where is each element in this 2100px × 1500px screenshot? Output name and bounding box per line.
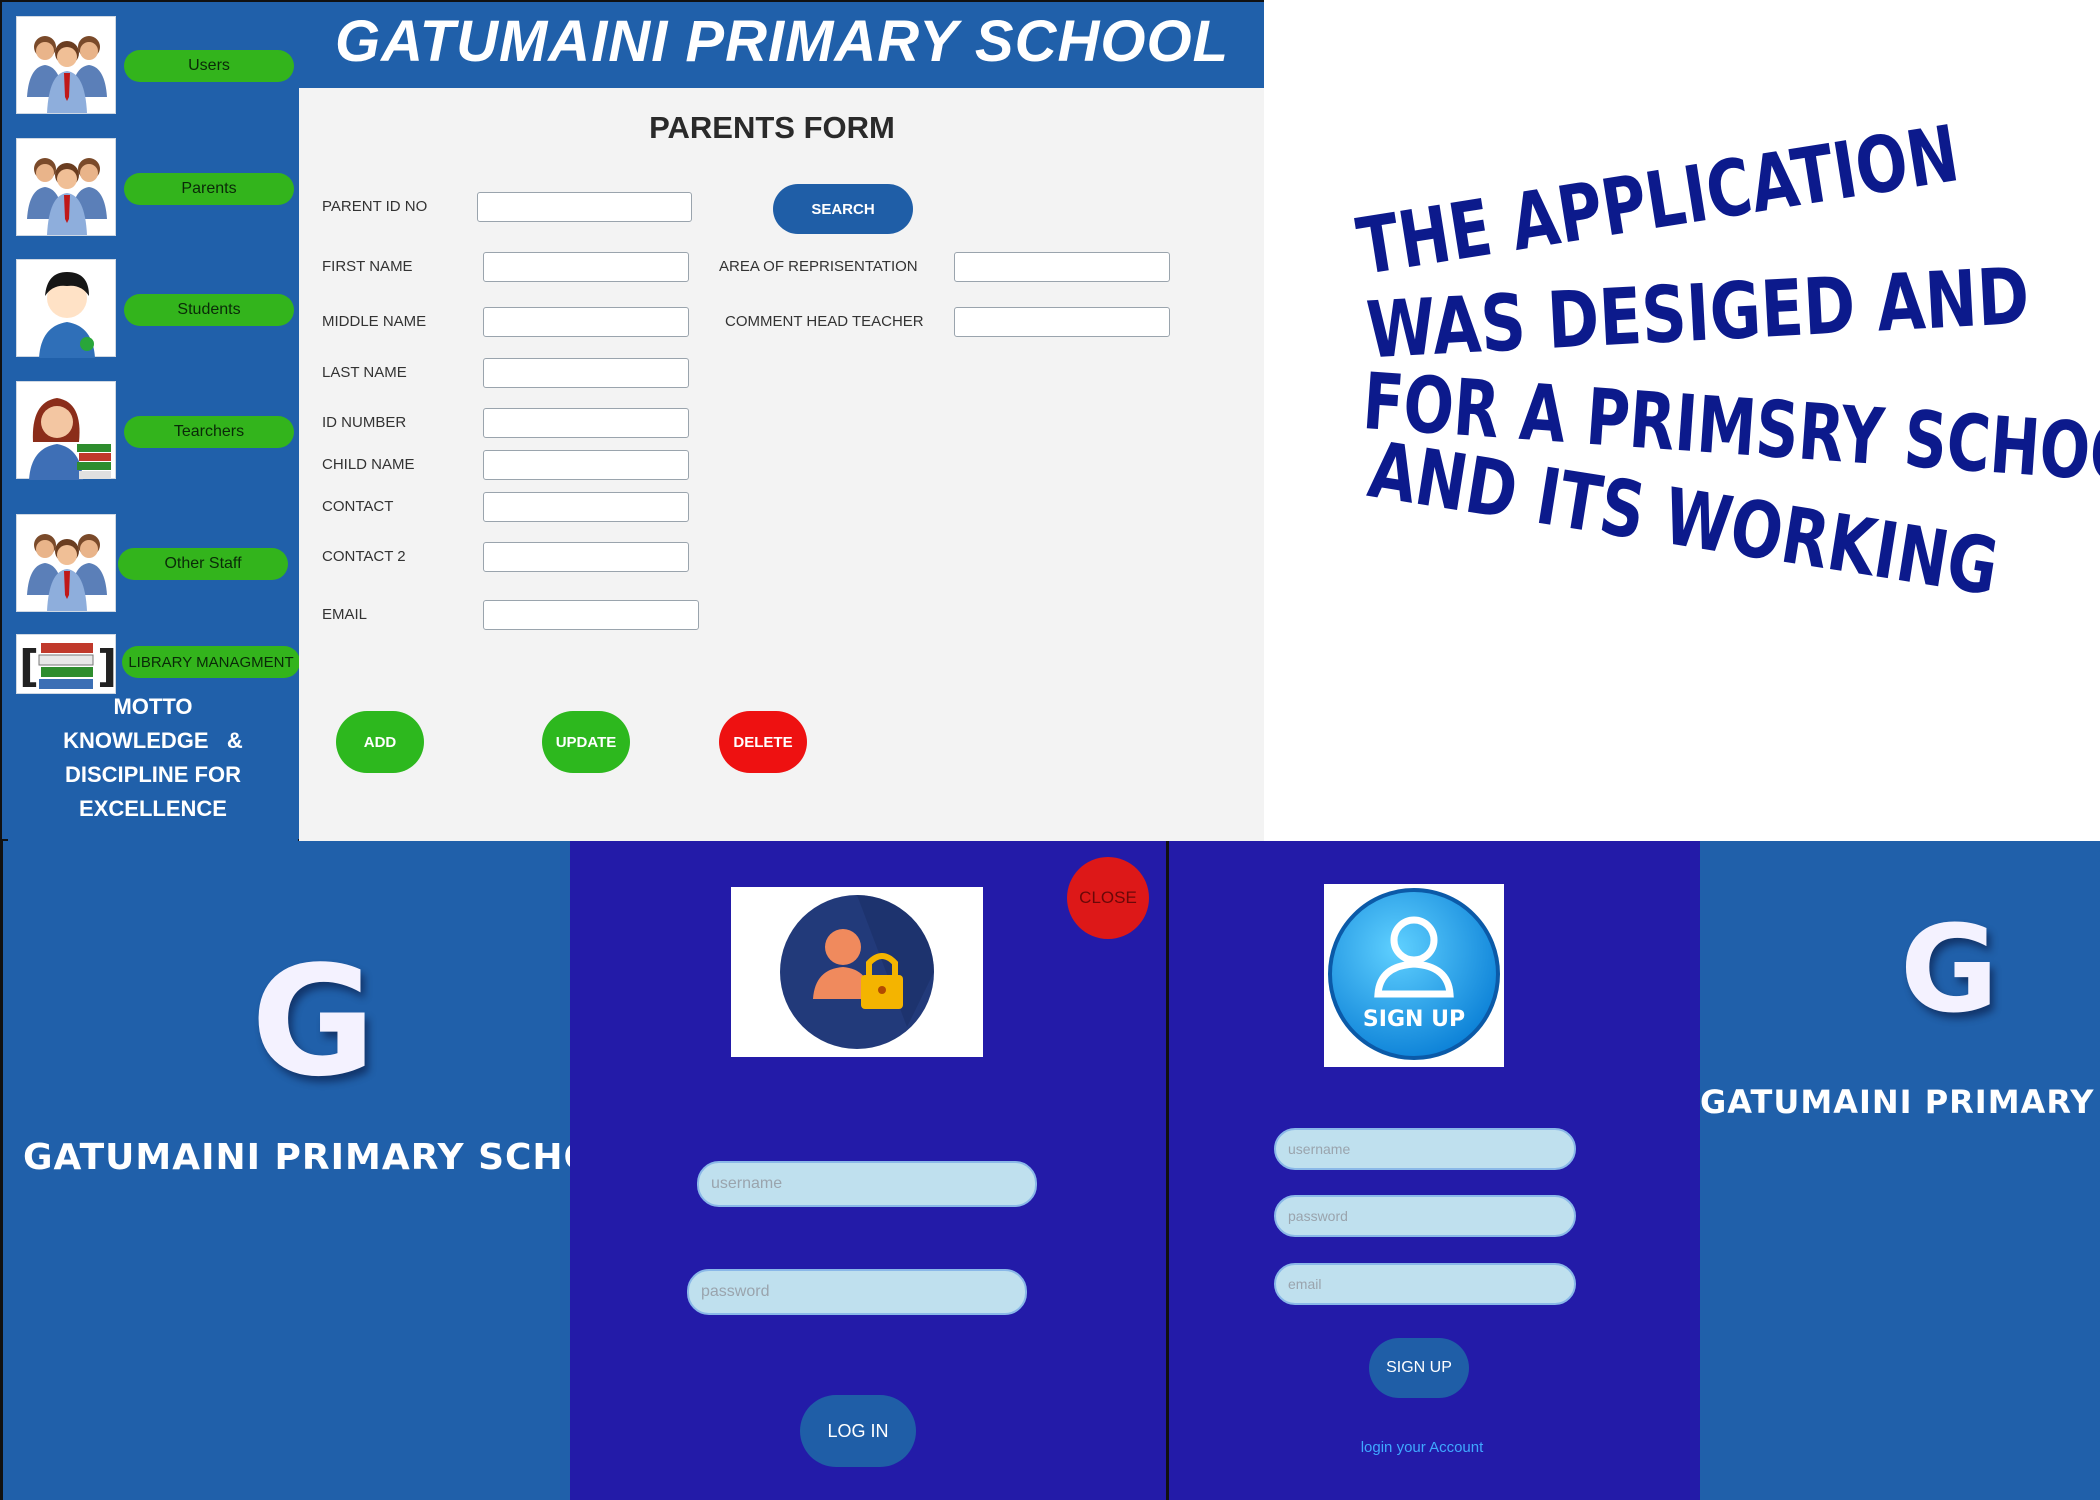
- description-art: THE APPLICATION WAS DESIGED AND FOR A PR…: [1264, 0, 2100, 841]
- student-avatar-icon[interactable]: [16, 259, 116, 358]
- comment-label: COMMENT HEAD TEACHER: [725, 313, 924, 330]
- signup-school-name: GATUMAINI PRIMARY SCHOOL: [1700, 1083, 2100, 1121]
- close-button[interactable]: CLOSE: [1067, 857, 1149, 939]
- delete-button[interactable]: DELETE: [719, 711, 807, 773]
- search-button[interactable]: SEARCH: [773, 184, 913, 234]
- update-button[interactable]: UPDATE: [542, 711, 630, 773]
- contact-input[interactable]: [483, 492, 689, 522]
- signup-password-input[interactable]: password: [1274, 1195, 1576, 1237]
- parent-id-input[interactable]: [477, 192, 692, 222]
- nav-students-button[interactable]: Students: [124, 294, 294, 326]
- signup-brand-panel: G GATUMAINI PRIMARY SCHOOL: [1700, 841, 2100, 1500]
- login-button[interactable]: LOG IN: [800, 1395, 916, 1467]
- signup-button[interactable]: SIGN UP: [1369, 1338, 1469, 1398]
- svg-text:[: [: [19, 641, 39, 692]
- contact-2-label: CONTACT 2: [322, 548, 406, 565]
- school-title: GATUMAINI PRIMARY SCHOOL: [334, 9, 1230, 74]
- signup-username-input[interactable]: username: [1274, 1128, 1576, 1170]
- parents-group-icon[interactable]: [16, 138, 116, 236]
- email-label: EMAIL: [322, 606, 368, 623]
- middle-name-label: MIDDLE NAME: [322, 313, 427, 330]
- parents-form: PARENTS FORM PARENT ID NO SEARCH FIRST N…: [299, 88, 1265, 843]
- area-label: AREA OF REPRISENTATION: [719, 258, 918, 275]
- nav-library-button[interactable]: LIBRARY MANAGMENT: [122, 646, 300, 678]
- login-password-input[interactable]: password: [687, 1269, 1027, 1315]
- users-group-icon[interactable]: [16, 16, 116, 114]
- user-lock-icon: [731, 887, 983, 1057]
- staff-group-icon[interactable]: [16, 514, 116, 612]
- contact-2-input[interactable]: [483, 542, 689, 572]
- email-input[interactable]: [483, 600, 699, 630]
- school-motto: MOTTO KNOWLEDGE & DISCIPLINE FOR EXCELLE…: [8, 690, 298, 826]
- login-panel: CLOSE username password LOG IN: [570, 841, 1166, 1500]
- g-logo-icon: G: [251, 933, 376, 1110]
- last-name-label: LAST NAME: [322, 364, 407, 381]
- id-number-label: ID NUMBER: [322, 414, 407, 431]
- parent-id-label: PARENT ID NO: [322, 198, 428, 215]
- child-name-label: CHILD NAME: [322, 456, 415, 473]
- add-button[interactable]: ADD: [336, 711, 424, 773]
- signup-email-input[interactable]: email: [1274, 1263, 1576, 1305]
- motto-line: EXCELLENCE: [79, 796, 227, 821]
- svg-text:]: ]: [97, 641, 117, 692]
- motto-line: KNOWLEDGE &: [63, 728, 243, 753]
- nav-teachers-button[interactable]: Tearchers: [124, 416, 294, 448]
- nav-parents-button[interactable]: Parents: [124, 173, 294, 205]
- login-brand-panel: G GATUMAINI PRIMARY SCHOOL: [0, 841, 650, 1500]
- nav-users-button[interactable]: Users: [124, 50, 294, 82]
- signup-badge-icon: SIGN UP: [1324, 884, 1504, 1067]
- signup-brand-clip: GATUMAINI PRIMARY SCHOOL: [1700, 841, 2100, 1500]
- area-input[interactable]: [954, 252, 1170, 282]
- middle-name-input[interactable]: [483, 307, 689, 337]
- motto-line: MOTTO: [113, 694, 193, 719]
- signup-badge-text: SIGN UP: [1363, 1007, 1465, 1032]
- child-name-input[interactable]: [483, 450, 689, 480]
- login-username-input[interactable]: username: [697, 1161, 1037, 1207]
- first-name-input[interactable]: [483, 252, 689, 282]
- id-number-input[interactable]: [483, 408, 689, 438]
- form-title: PARENTS FORM: [649, 110, 895, 145]
- library-books-icon[interactable]: [ ]: [16, 634, 117, 694]
- first-name-label: FIRST NAME: [322, 258, 413, 275]
- signup-panel: SIGN UP username password email SIGN UP …: [1166, 841, 1700, 1500]
- app-header: GATUMAINI PRIMARY SCHOOL: [299, 2, 1265, 88]
- last-name-input[interactable]: [483, 358, 689, 388]
- motto-line: DISCIPLINE FOR: [64, 762, 241, 787]
- parents-form-window: Users Parents Students Tearchers Other S…: [0, 0, 1265, 843]
- login-school-name: GATUMAINI PRIMARY SCHOOL: [23, 1137, 651, 1178]
- teacher-books-icon[interactable]: [16, 381, 116, 480]
- comment-input[interactable]: [954, 307, 1170, 337]
- login-account-link[interactable]: login your Account: [1169, 1439, 1675, 1456]
- contact-label: CONTACT: [322, 498, 394, 515]
- nav-other-staff-button[interactable]: Other Staff: [118, 548, 288, 580]
